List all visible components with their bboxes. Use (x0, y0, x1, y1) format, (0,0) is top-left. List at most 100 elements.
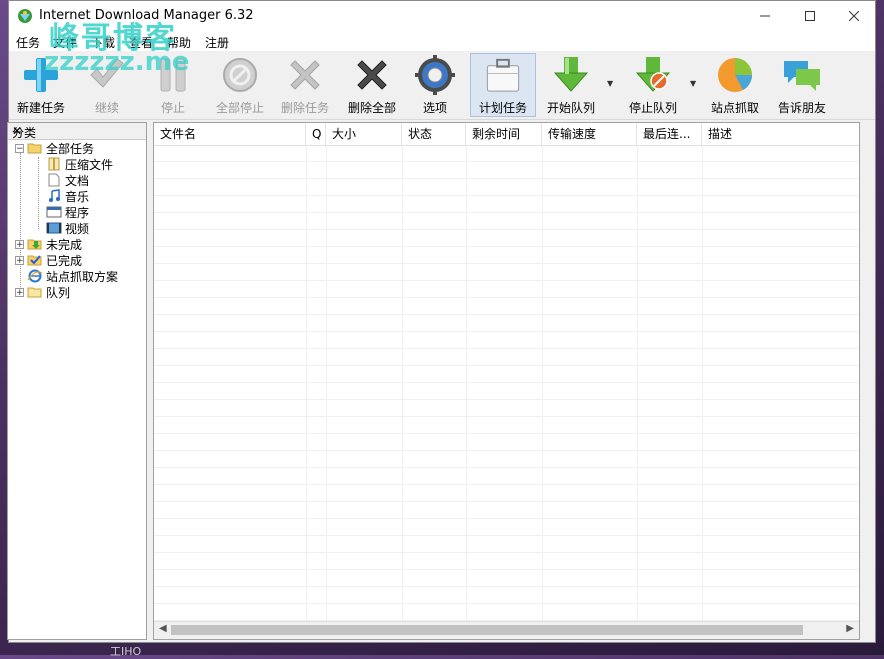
expand-icon[interactable]: + (15, 287, 24, 297)
empty-row (154, 196, 859, 213)
empty-row (154, 366, 859, 383)
tell-friend-icon (784, 61, 820, 91)
empty-row (154, 349, 859, 366)
stop-all-button[interactable]: 全部停止 (209, 53, 271, 117)
column-separator (306, 145, 307, 621)
options-button[interactable]: 选项 (409, 53, 461, 117)
maximize-icon (804, 11, 815, 21)
tree-item-archives[interactable]: 压缩文件 (46, 156, 113, 172)
taskbar-label: 工IHO (110, 645, 142, 658)
download-list[interactable]: 文件名 Q 大小 状态 剩余时间 传输速度 最后连... 描述 ◀ ▶ (153, 122, 860, 640)
empty-row (154, 434, 859, 451)
column-separator (702, 145, 703, 621)
column-last-try[interactable]: 最后连... (637, 123, 702, 145)
close-icon (848, 11, 859, 21)
finished-icon (27, 255, 42, 266)
empty-row (154, 179, 859, 196)
watermark-url: zzzzzz.me (44, 47, 190, 77)
stop-queue-dropdown-icon[interactable]: ▼ (690, 79, 696, 88)
idm-logo-icon (18, 9, 32, 23)
tree-item-music[interactable]: 音乐 (46, 188, 89, 204)
scrollbar-thumb[interactable] (171, 625, 803, 635)
empty-row (154, 213, 859, 230)
delete-icon (290, 60, 320, 90)
empty-row (154, 604, 859, 621)
empty-row (154, 332, 859, 349)
document-icon (48, 173, 60, 187)
scheduler-button[interactable]: 计划任务 (470, 53, 536, 117)
empty-row (154, 400, 859, 417)
empty-row (154, 519, 859, 536)
unfinished-icon (27, 239, 42, 250)
column-separator (326, 145, 327, 621)
folder-open-icon (27, 143, 42, 154)
empty-row (154, 315, 859, 332)
category-panel: 分类 ✕ − 全部任务 压缩文件 文档 音乐 程序 视频 + 未完成 + 已完成 (7, 122, 147, 640)
column-description[interactable]: 描述 (702, 123, 859, 145)
start-queue-icon (553, 57, 589, 92)
maximize-button[interactable] (787, 1, 832, 31)
stop-queue-button[interactable]: 停止队列 (623, 53, 683, 117)
scroll-right-icon[interactable]: ▶ (846, 623, 854, 634)
gear-icon (415, 55, 455, 95)
start-queue-dropdown-icon[interactable]: ▼ (607, 79, 613, 88)
column-separator (542, 145, 543, 621)
close-button[interactable] (831, 1, 876, 31)
category-header: 分类 ✕ (8, 123, 146, 140)
column-transfer-rate[interactable]: 传输速度 (542, 123, 637, 145)
empty-row (154, 451, 859, 468)
empty-row (154, 570, 859, 587)
tree-item-programs[interactable]: 程序 (46, 204, 89, 220)
empty-row (154, 587, 859, 604)
start-queue-button[interactable]: 开始队列 (541, 53, 601, 117)
delete-all-icon (357, 60, 387, 90)
empty-row (154, 553, 859, 570)
tree-item-grabber-projects[interactable]: 站点抓取方案 (27, 268, 118, 284)
empty-row (154, 281, 859, 298)
site-grabber-button[interactable]: 站点抓取 (705, 53, 765, 117)
ie-icon (27, 269, 43, 283)
minimize-button[interactable] (742, 1, 787, 31)
archive-icon (48, 157, 60, 171)
menu-tasks[interactable]: 任务 (16, 34, 40, 51)
delete-task-button[interactable]: 删除任务 (275, 53, 335, 117)
tree-item-all-tasks[interactable]: − 全部任务 (15, 140, 94, 156)
empty-row (154, 468, 859, 485)
delete-all-button[interactable]: 删除全部 (341, 53, 403, 117)
empty-row (154, 230, 859, 247)
music-icon (49, 189, 60, 202)
scroll-left-icon[interactable]: ◀ (159, 623, 167, 634)
stop-all-icon (223, 58, 257, 92)
column-q[interactable]: Q (306, 123, 326, 145)
list-header: 文件名 Q 大小 状态 剩余时间 传输速度 最后连... 描述 (154, 123, 859, 146)
tree-line (38, 157, 39, 229)
grabber-pie-icon (718, 58, 752, 92)
empty-row (154, 298, 859, 315)
column-time-left[interactable]: 剩余时间 (466, 123, 542, 145)
column-filename[interactable]: 文件名 (154, 123, 306, 145)
empty-row (154, 417, 859, 434)
empty-row (154, 264, 859, 281)
close-icon[interactable]: ✕ (12, 124, 142, 138)
empty-row (154, 247, 859, 264)
tell-friend-button[interactable]: 告诉朋友 (771, 53, 833, 117)
tree-item-queues[interactable]: + 队列 (15, 284, 70, 300)
tree-item-documents[interactable]: 文档 (46, 172, 89, 188)
tree-line (20, 153, 21, 293)
column-separator (402, 145, 403, 621)
stop-queue-icon (635, 57, 671, 92)
empty-row (154, 502, 859, 519)
scheduler-icon (486, 58, 520, 92)
tree-item-finished[interactable]: + 已完成 (15, 252, 82, 268)
queue-folder-icon (27, 287, 42, 298)
horizontal-scrollbar[interactable]: ◀ ▶ (154, 621, 859, 639)
expand-icon[interactable]: + (15, 239, 24, 249)
column-size[interactable]: 大小 (326, 123, 402, 145)
expand-icon[interactable]: + (15, 255, 24, 265)
column-status[interactable]: 状态 (402, 123, 466, 145)
menu-register[interactable]: 注册 (205, 34, 229, 51)
tree-item-unfinished[interactable]: + 未完成 (15, 236, 82, 252)
column-separator (466, 145, 467, 621)
tree-item-video[interactable]: 视频 (46, 220, 89, 236)
collapse-icon[interactable]: − (15, 143, 24, 153)
